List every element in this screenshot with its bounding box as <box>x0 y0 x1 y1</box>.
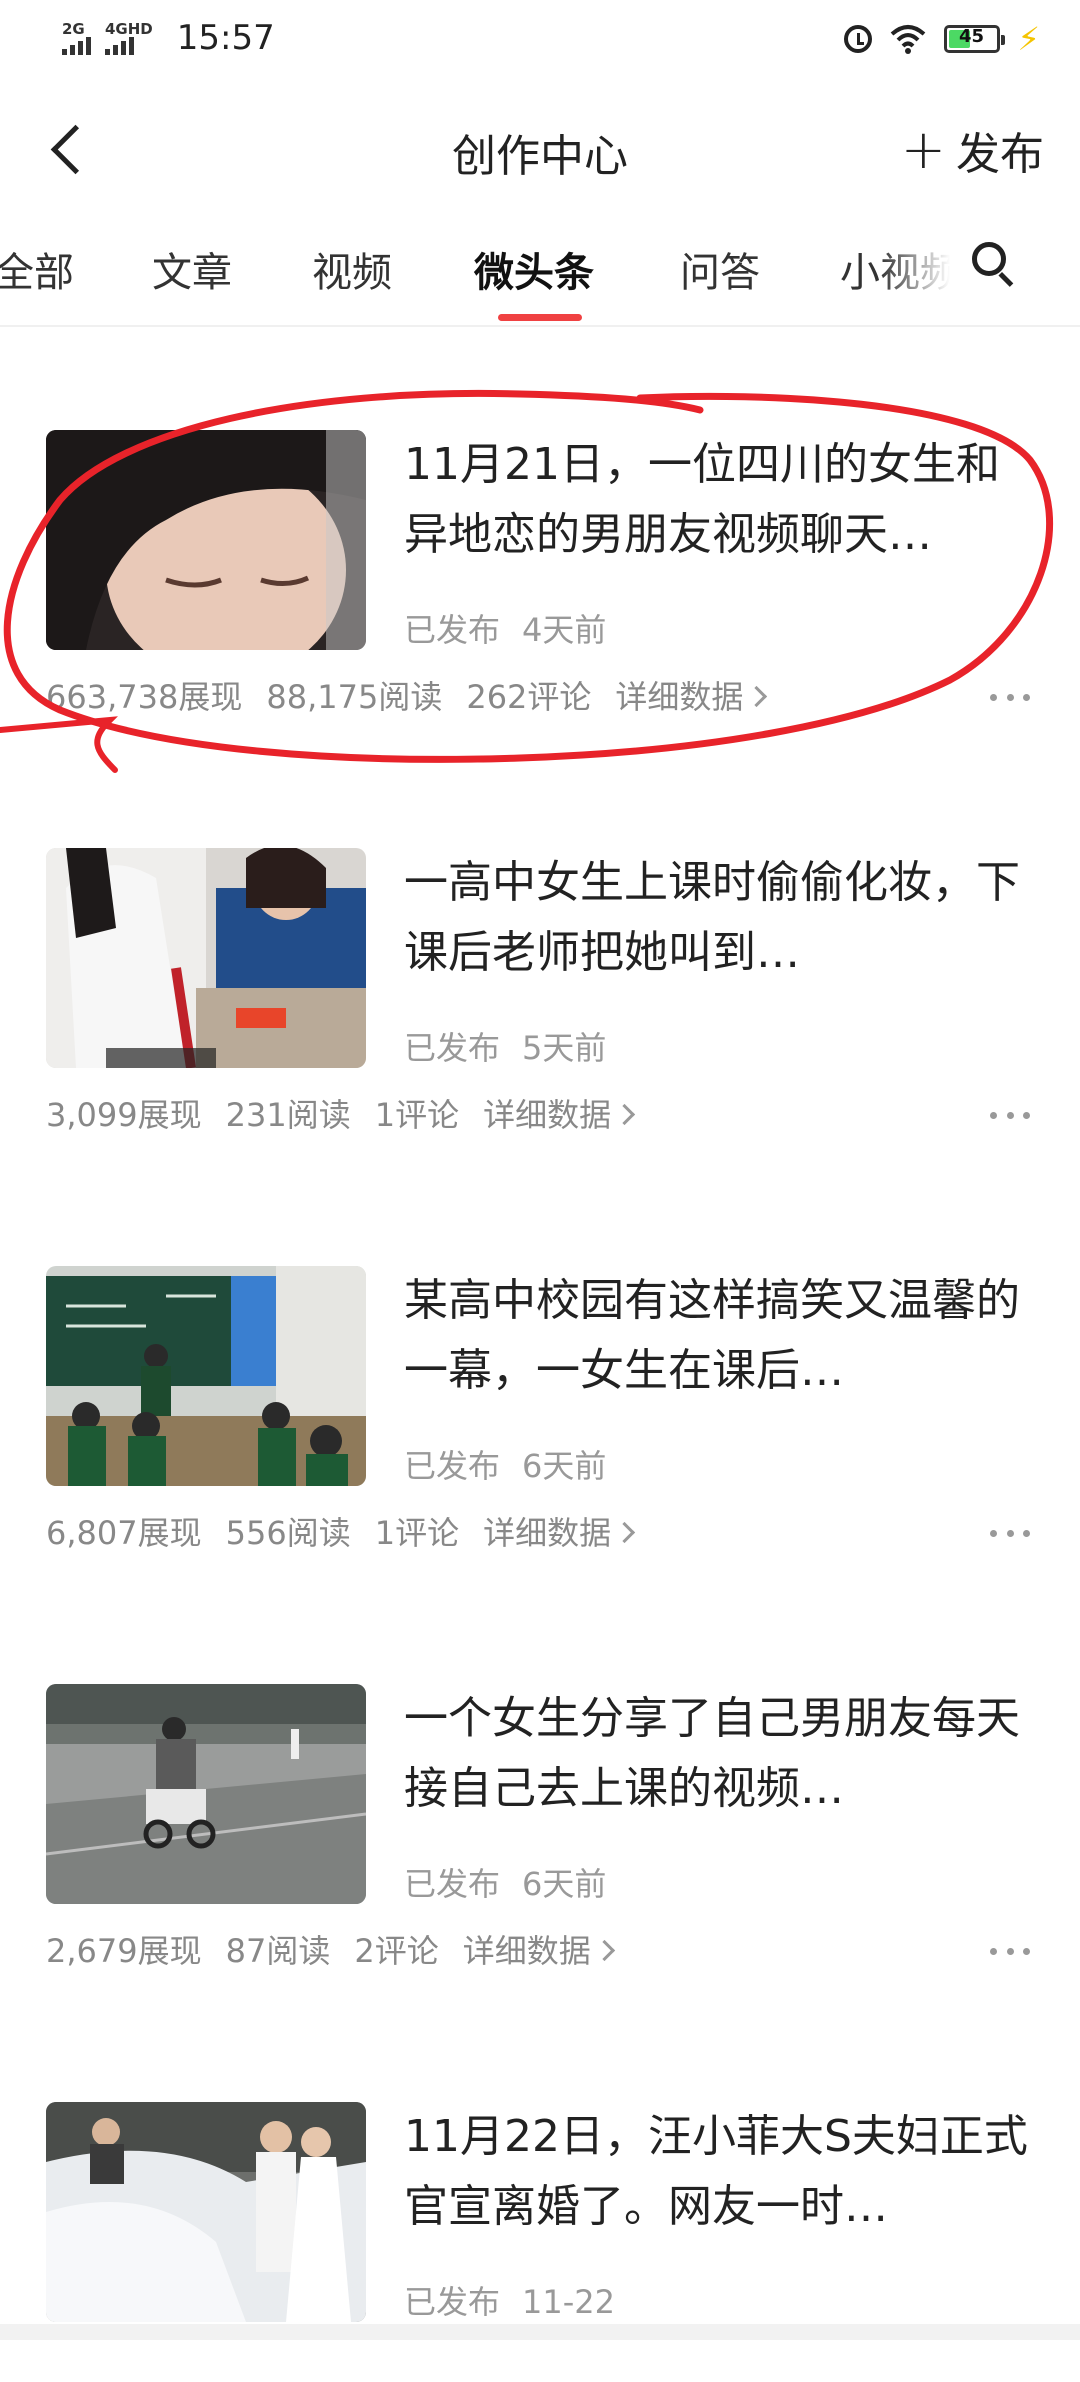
clock: 15:57 <box>176 18 275 58</box>
list-item[interactable]: 一高中女生上课时偷偷化妆，下课后老师把她叫到… 已发布 5天前 3,099展现 23… <box>0 848 1080 1134</box>
battery-icon: 45 <box>943 25 1005 53</box>
reads-count: 556阅读 <box>225 1514 351 1552</box>
chevron-right-icon <box>746 685 768 708</box>
tab-micro-posts[interactable]: 微头条 <box>474 240 594 298</box>
post-thumbnail[interactable] <box>46 430 366 650</box>
detail-data-link[interactable]: 详细数据 <box>615 678 768 716</box>
detail-data-link[interactable]: 详细数据 <box>483 1096 636 1134</box>
post-title[interactable]: 11月21日，一位四川的女生和异地恋的男朋友视频聊天… <box>404 430 1034 570</box>
post-title[interactable]: 一个女生分享了自己男朋友每天接自己去上课的视频… <box>404 1684 1034 1824</box>
charging-icon: ⚡ <box>1017 20 1040 58</box>
comments-count: 2评论 <box>354 1932 439 1970</box>
views-count: 2,679展现 <box>46 1932 202 1970</box>
more-options-icon[interactable] <box>990 694 1030 704</box>
list-item[interactable]: 11月21日，一位四川的女生和异地恋的男朋友视频聊天… 已发布 4天前 663,7… <box>0 430 1080 716</box>
comments-count: 1评论 <box>374 1514 460 1552</box>
chevron-right-icon <box>614 1103 636 1126</box>
status-bar: 2G 4GHD 15:57 45 ⚡ <box>0 0 1080 80</box>
more-options-icon[interactable] <box>990 1112 1030 1122</box>
views-count: 663,738展现 <box>46 678 243 716</box>
list-item[interactable]: 一个女生分享了自己男朋友每天接自己去上课的视频… 已发布 6天前 2,679展现 8… <box>0 1684 1080 1970</box>
signal-4g-icon: 4GHD <box>105 21 153 55</box>
views-count: 6,807展现 <box>46 1514 202 1552</box>
views-count: 3,099展现 <box>46 1096 202 1134</box>
wifi-icon <box>890 25 925 54</box>
list-item[interactable]: 某高中校园有这样搞笑又温馨的一幕，一女生在课后… 已发布 6天前 6,807展现 5… <box>0 1266 1080 1552</box>
search-icon[interactable] <box>972 242 1020 290</box>
comments-count: 262评论 <box>466 678 592 716</box>
post-stats: 3,099展现 231阅读 1评论 详细数据 <box>46 1090 656 1136</box>
plus-icon: + <box>900 118 946 181</box>
tab-articles[interactable]: 文章 <box>152 240 232 298</box>
post-status: 已发布 4天前 <box>404 611 607 649</box>
list-item[interactable]: 11月22日，汪小菲大S夫妇正式官宣离婚了。网友一时… 已发布 11-22 <box>0 2102 1080 2382</box>
post-thumbnail[interactable] <box>46 848 366 1068</box>
signal-2g-icon: 2G <box>62 21 91 55</box>
post-status: 已发布 6天前 <box>404 1447 607 1485</box>
publish-button[interactable]: + 发布 <box>901 118 1044 182</box>
reads-count: 88,175阅读 <box>266 678 443 716</box>
post-status: 已发布 5天前 <box>404 1029 607 1067</box>
chevron-right-icon <box>614 1521 636 1544</box>
chevron-right-icon <box>593 1939 615 1962</box>
detail-data-link[interactable]: 详细数据 <box>483 1514 636 1552</box>
post-title[interactable]: 某高中校园有这样搞笑又温馨的一幕，一女生在课后… <box>404 1266 1034 1406</box>
tab-qa[interactable]: 问答 <box>680 240 760 298</box>
post-status: 已发布 11-22 <box>404 2283 615 2321</box>
post-stats: 6,807展现 556阅读 1评论 详细数据 <box>46 1508 656 1554</box>
top-nav: 创作中心 + 发布 <box>0 100 1080 200</box>
tab-bar: 全部 文章 视频 微头条 问答 小视频 <box>0 210 1080 327</box>
detail-data-link[interactable]: 详细数据 <box>463 1932 615 1970</box>
reads-count: 87阅读 <box>225 1932 331 1970</box>
more-options-icon[interactable] <box>990 1948 1030 1958</box>
post-status: 已发布 6天前 <box>404 1865 607 1903</box>
comments-count: 1评论 <box>374 1096 460 1134</box>
tab-videos[interactable]: 视频 <box>312 240 392 298</box>
post-title[interactable]: 一高中女生上课时偷偷化妆，下课后老师把她叫到… <box>404 848 1034 988</box>
more-options-icon[interactable] <box>990 1530 1030 1540</box>
post-stats: 2,679展现 87阅读 2评论 详细数据 <box>46 1926 636 1972</box>
home-indicator <box>0 2324 1080 2340</box>
active-tab-indicator <box>498 314 582 321</box>
post-thumbnail[interactable] <box>46 1266 366 1486</box>
reads-count: 231阅读 <box>225 1096 351 1134</box>
post-thumbnail[interactable] <box>46 1684 366 1904</box>
alarm-icon <box>843 25 872 53</box>
publish-label: 发布 <box>956 129 1044 180</box>
post-stats: 663,738展现 88,175阅读 262评论 详细数据 <box>46 672 788 718</box>
post-thumbnail[interactable] <box>46 2102 366 2322</box>
tab-all[interactable]: 全部 <box>0 240 74 298</box>
post-title[interactable]: 11月22日，汪小菲大S夫妇正式官宣离婚了。网友一时… <box>404 2102 1034 2242</box>
